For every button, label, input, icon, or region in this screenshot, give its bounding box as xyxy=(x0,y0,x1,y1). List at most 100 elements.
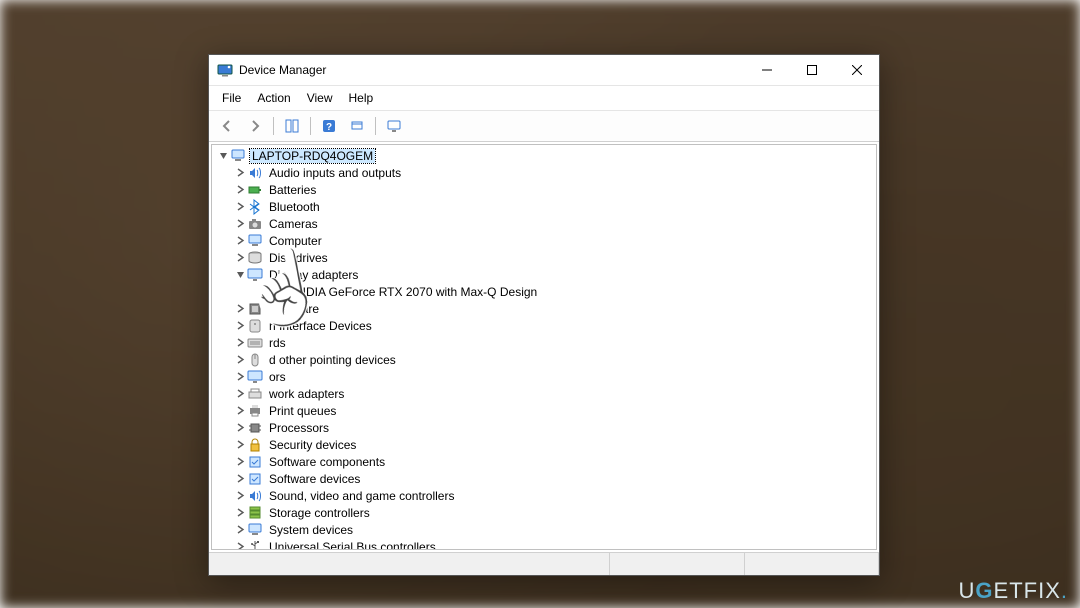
tree-item[interactable]: System devices xyxy=(216,521,876,538)
tree-item-label: Display adapters xyxy=(267,268,360,282)
tree-item-label: work adapters xyxy=(267,387,346,401)
tree-item-label: LAPTOP-RDQ4OGEM xyxy=(250,149,375,163)
chevron-icon[interactable] xyxy=(233,219,247,228)
chevron-icon[interactable] xyxy=(233,321,247,330)
chevron-icon[interactable] xyxy=(233,423,247,432)
chevron-icon[interactable] xyxy=(233,185,247,194)
show-hide-console-button[interactable] xyxy=(280,114,304,138)
tree-item-label: Storage controllers xyxy=(267,506,372,520)
chevron-icon[interactable] xyxy=(233,508,247,517)
tree-item[interactable]: Software devices xyxy=(216,470,876,487)
chevron-icon[interactable] xyxy=(233,338,247,347)
display-icon xyxy=(264,284,280,300)
storage-icon xyxy=(247,505,263,521)
tree-item[interactable]: Batteries xyxy=(216,181,876,198)
scan-hardware-button[interactable] xyxy=(382,114,406,138)
back-button[interactable] xyxy=(215,114,239,138)
tree-item-label: Computer xyxy=(267,234,324,248)
chevron-icon[interactable] xyxy=(233,372,247,381)
tree-item[interactable]: Storage controllers xyxy=(216,504,876,521)
tree-item[interactable]: Print queues xyxy=(216,402,876,419)
chevron-icon[interactable] xyxy=(233,236,247,245)
tree-item[interactable]: n Interface Devices xyxy=(216,317,876,334)
tree-root[interactable]: LAPTOP-RDQ4OGEM xyxy=(216,147,876,164)
chevron-icon[interactable] xyxy=(233,202,247,211)
mouse-icon xyxy=(247,352,263,368)
chevron-icon[interactable] xyxy=(233,474,247,483)
tree-item-label: n Interface Devices xyxy=(267,319,374,333)
chevron-icon[interactable] xyxy=(233,406,247,415)
chevron-icon[interactable] xyxy=(233,253,247,262)
tree-item[interactable]: d other pointing devices xyxy=(216,351,876,368)
device-tree-pane[interactable]: LAPTOP-RDQ4OGEM Audio inputs and outputs… xyxy=(211,144,877,550)
tree-item[interactable]: Software components xyxy=(216,453,876,470)
tree-item[interactable]: ors xyxy=(216,368,876,385)
chevron-icon[interactable] xyxy=(216,151,230,160)
tree-item-label: NVIDIA GeForce RTX 2070 with Max-Q Desig… xyxy=(284,285,539,299)
tree-item-label: Processors xyxy=(267,421,331,435)
tree-item[interactable]: Processors xyxy=(216,419,876,436)
chevron-icon[interactable] xyxy=(233,525,247,534)
tree-item[interactable]: Computer xyxy=(216,232,876,249)
tree-child[interactable]: NVIDIA GeForce RTX 2070 with Max-Q Desig… xyxy=(216,283,876,300)
tree-item-label: Firmware xyxy=(267,302,321,316)
chevron-icon[interactable] xyxy=(233,270,247,279)
lock-icon xyxy=(247,437,263,453)
chevron-icon[interactable] xyxy=(233,542,247,550)
camera-icon xyxy=(247,216,263,232)
tree-item-label: Disk drives xyxy=(267,251,330,265)
tree-item[interactable]: work adapters xyxy=(216,385,876,402)
chevron-icon[interactable] xyxy=(233,389,247,398)
menu-action[interactable]: Action xyxy=(250,89,297,107)
tree-item[interactable]: Audio inputs and outputs xyxy=(216,164,876,181)
close-button[interactable] xyxy=(834,55,879,85)
toolbar: ? xyxy=(209,110,879,142)
tree-item[interactable]: Display adapters xyxy=(216,266,876,283)
chevron-icon[interactable] xyxy=(233,457,247,466)
pc-icon xyxy=(230,148,246,164)
help-button[interactable]: ? xyxy=(317,114,341,138)
soft-icon xyxy=(247,471,263,487)
chevron-icon[interactable] xyxy=(233,491,247,500)
tree-item-label: Security devices xyxy=(267,438,358,452)
tree-item[interactable]: Disk drives xyxy=(216,249,876,266)
menu-file[interactable]: File xyxy=(215,89,248,107)
tree-item[interactable]: Sound, video and game controllers xyxy=(216,487,876,504)
tree-item[interactable]: Cameras xyxy=(216,215,876,232)
chevron-icon[interactable] xyxy=(233,355,247,364)
pc-icon xyxy=(247,522,263,538)
pc-icon xyxy=(247,233,263,249)
chevron-icon[interactable] xyxy=(233,168,247,177)
printer-icon xyxy=(247,403,263,419)
menu-help[interactable]: Help xyxy=(342,89,381,107)
tree-item[interactable]: rds xyxy=(216,334,876,351)
tree-item[interactable]: Firmware xyxy=(216,300,876,317)
tree-item-label: Software components xyxy=(267,455,387,469)
menu-view[interactable]: View xyxy=(300,89,340,107)
forward-button[interactable] xyxy=(243,114,267,138)
menubar: File Action View Help xyxy=(209,86,879,110)
svg-text:?: ? xyxy=(326,122,332,133)
tree-item-label: Universal Serial Bus controllers xyxy=(267,540,438,551)
cpu-icon xyxy=(247,420,263,436)
device-manager-window: Device Manager File Action View Help ? L… xyxy=(208,54,880,576)
display-icon xyxy=(247,369,263,385)
uninstall-button[interactable] xyxy=(345,114,369,138)
tree-item[interactable]: Universal Serial Bus controllers xyxy=(216,538,876,550)
titlebar[interactable]: Device Manager xyxy=(209,55,879,86)
keyboard-icon xyxy=(247,335,263,351)
tree-item-label: System devices xyxy=(267,523,355,537)
tree-item[interactable]: Bluetooth xyxy=(216,198,876,215)
minimize-button[interactable] xyxy=(744,55,789,85)
chevron-icon[interactable] xyxy=(233,304,247,313)
tree-item-label: d other pointing devices xyxy=(267,353,398,367)
tree-item-label: Batteries xyxy=(267,183,318,197)
maximize-button[interactable] xyxy=(789,55,834,85)
battery-icon xyxy=(247,182,263,198)
chevron-icon[interactable] xyxy=(233,440,247,449)
chip-icon xyxy=(247,301,263,317)
hid-icon xyxy=(247,318,263,334)
tree-item[interactable]: Security devices xyxy=(216,436,876,453)
watermark: UGETFIX. xyxy=(959,578,1068,604)
soft-icon xyxy=(247,454,263,470)
